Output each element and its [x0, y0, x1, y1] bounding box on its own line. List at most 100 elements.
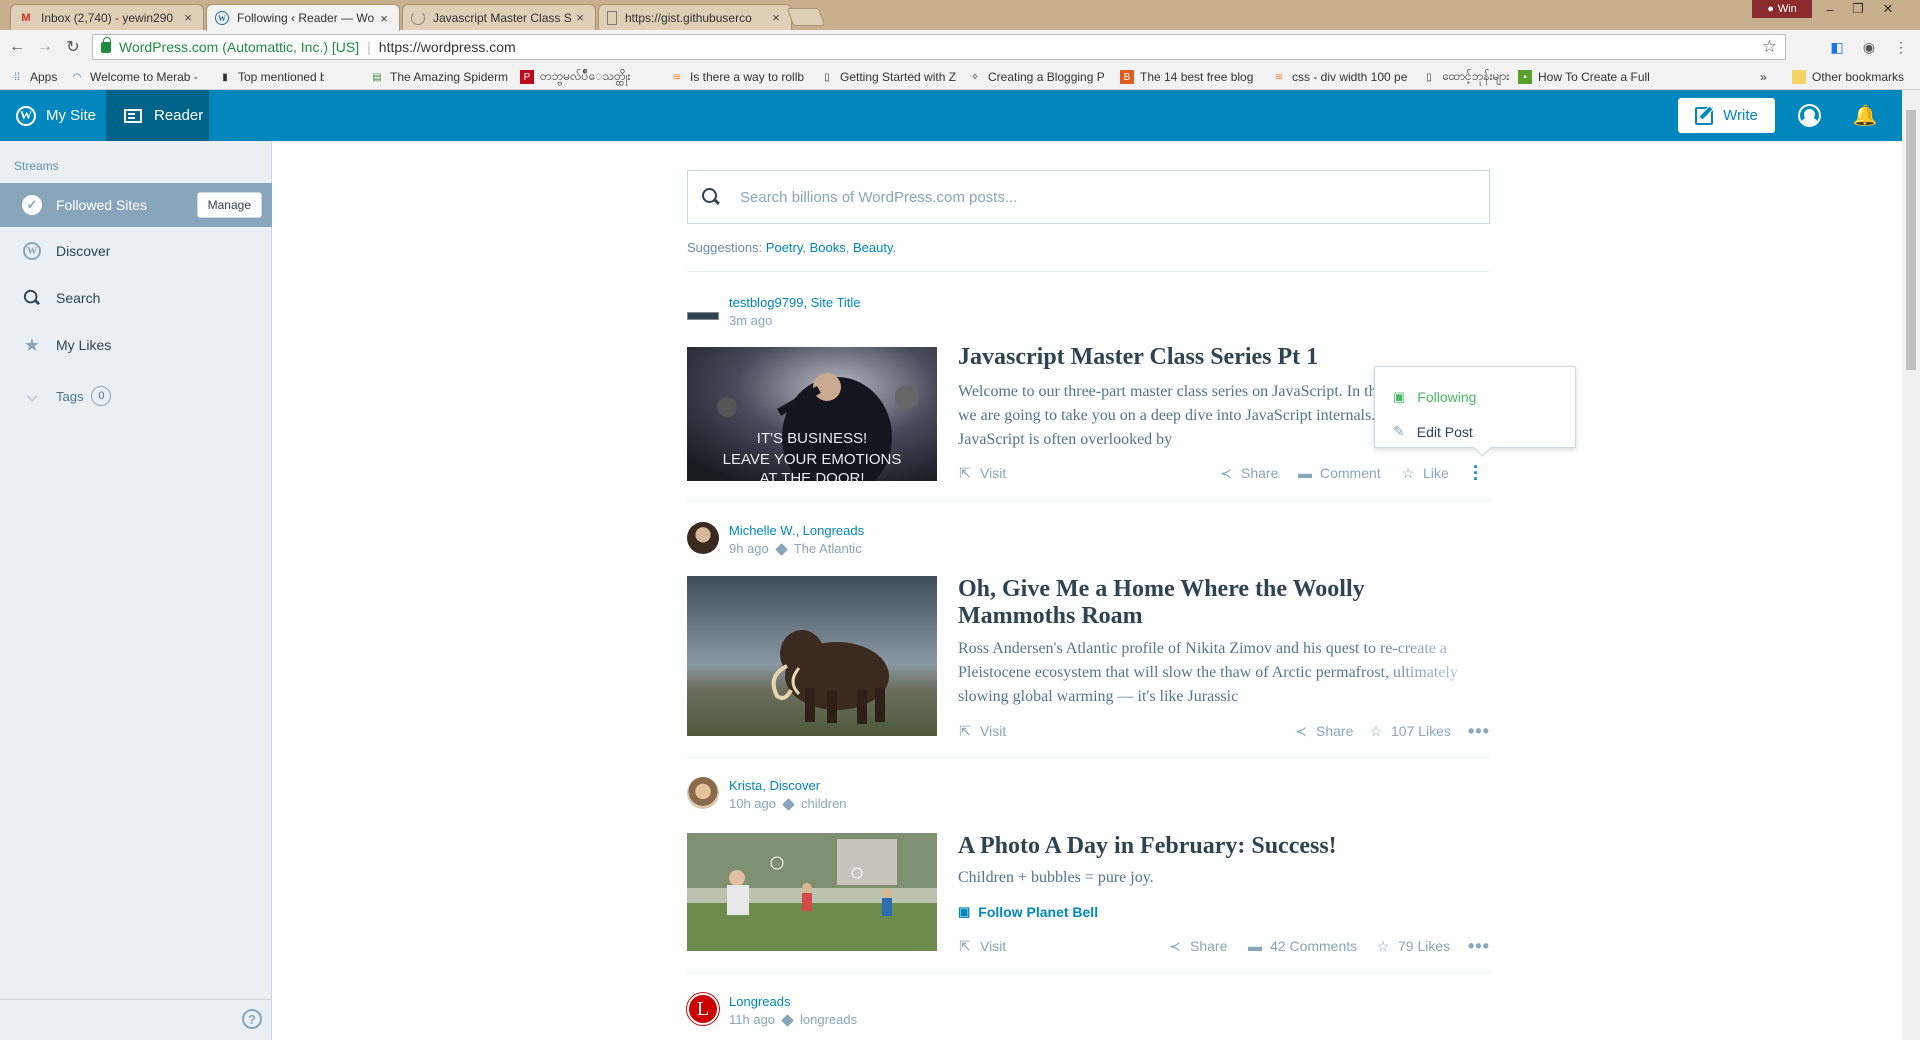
browser-tab-reader[interactable]: W Following ‹ Reader — Wo × — [206, 4, 400, 31]
reader-button[interactable]: Reader — [106, 90, 209, 141]
bookmark-item[interactable]: ≋ Is there a way to rollb — [670, 68, 808, 86]
bookmark-item[interactable]: ▮ Top mentioned book: — [218, 68, 324, 86]
post-thumbnail[interactable] — [687, 576, 937, 736]
like-button[interactable]: ☆ Like — [1401, 462, 1449, 484]
bookmark-item[interactable]: ▪ How To Create a Full — [1518, 68, 1658, 86]
share-button[interactable]: ≺ Share — [1168, 935, 1227, 957]
bookmark-label: Other bookmarks — [1812, 70, 1905, 84]
comments-button[interactable]: ▬ 42 Comments — [1248, 935, 1357, 957]
author-name-link[interactable]: testblog9799, Site Title — [729, 294, 861, 312]
scrollbar-thumb[interactable] — [1906, 110, 1916, 370]
bookmark-label: Is there a way to rollb — [690, 70, 805, 84]
author-name-link[interactable]: Krista, Discover — [729, 777, 847, 795]
page-scrollbar[interactable] — [1902, 90, 1920, 1040]
visit-button[interactable]: ⇱ Visit — [958, 462, 1006, 484]
sidebar-item-search[interactable]: Search — [0, 276, 272, 320]
search-input[interactable] — [740, 188, 1440, 206]
bookmark-item[interactable]: ✧ Creating a Blogging P — [968, 68, 1104, 86]
close-icon[interactable]: × — [377, 11, 391, 26]
bookmark-item[interactable]: ◠ Welcome to Merab - — [70, 68, 202, 86]
browser-tab-gmail[interactable]: M Inbox (2,740) - yewin290 × — [10, 4, 204, 30]
forward-arrow-icon[interactable]: → — [36, 38, 54, 56]
author-name-link[interactable]: Michelle W., Longreads — [729, 522, 864, 540]
suggestion-link[interactable]: Beauty — [853, 240, 893, 255]
site-avatar[interactable] — [687, 312, 719, 320]
write-button[interactable]: Write — [1678, 98, 1775, 133]
minimize-icon[interactable]: – — [1816, 0, 1844, 18]
sidebar-item-followed-sites[interactable]: ✓ Followed Sites Manage — [0, 183, 272, 227]
wordpress-icon: W — [22, 241, 42, 261]
address-bar[interactable]: WordPress.com (Automattic, Inc.) [US] | … — [92, 34, 1786, 60]
post-time[interactable]: 11h ago — [729, 1011, 775, 1029]
suggestion-link[interactable]: Poetry — [766, 240, 803, 255]
more-options-button[interactable]: ••• — [1468, 720, 1490, 742]
extension-icon[interactable]: ◧ — [1828, 38, 1846, 56]
bookmark-item[interactable]: ▯ Getting Started with Z — [820, 68, 956, 86]
bookmark-item[interactable]: ▯ ထောင့်ဘုန်းများ — [1422, 68, 1522, 86]
user-icon: ● — [1767, 3, 1774, 15]
reader-search-box[interactable] — [687, 170, 1490, 224]
suggestion-link[interactable]: Books — [810, 240, 846, 255]
menu-icon[interactable]: ⋮ — [1892, 38, 1910, 56]
close-icon[interactable]: × — [181, 10, 195, 25]
more-options-button[interactable]: · · · — [1473, 458, 1479, 488]
like-button[interactable]: ☆ 107 Likes — [1369, 720, 1451, 742]
restore-icon[interactable]: ❐ — [1844, 0, 1872, 18]
edit-post-menu-item[interactable]: ✎ Edit Post — [1375, 414, 1575, 449]
browser-tab-javascript[interactable]: Javascript Master Class S × — [402, 4, 596, 30]
post-time[interactable]: 10h ago — [729, 795, 776, 813]
external-link-icon: ⇱ — [959, 937, 971, 954]
author-avatar[interactable] — [687, 522, 719, 554]
new-tab-button[interactable] — [786, 8, 826, 26]
post-thumbnail[interactable] — [687, 833, 937, 951]
post-title[interactable]: Oh, Give Me a Home Where the Woolly Mamm… — [958, 576, 1478, 630]
manage-button[interactable]: Manage — [196, 192, 262, 218]
browser-tab-gist[interactable]: https://gist.githubuserco × — [598, 4, 792, 30]
author-avatar[interactable] — [687, 777, 719, 809]
close-icon[interactable]: × — [573, 10, 587, 25]
bookmark-item[interactable]: ≋ css - div width 100 pe — [1272, 68, 1410, 86]
window-close-icon[interactable]: ✕ — [1874, 0, 1902, 18]
bookmark-star-icon[interactable]: ☆ — [1762, 37, 1777, 57]
tab-title: https://gist.githubuserco — [625, 10, 752, 25]
bookmark-label: css - div width 100 pe — [1292, 70, 1408, 84]
share-button[interactable]: ≺ Share — [1219, 462, 1278, 484]
bookmark-item[interactable]: ▤ The Amazing Spiderm — [370, 68, 508, 86]
reload-icon[interactable]: ↻ — [64, 38, 82, 56]
back-arrow-icon[interactable]: ← — [8, 38, 26, 56]
extension-icon[interactable]: ◉ — [1860, 38, 1878, 56]
other-bookmarks[interactable]: Other bookmarks — [1792, 68, 1916, 86]
visit-button[interactable]: ⇱ Visit — [958, 720, 1006, 742]
author-name-link[interactable]: Longreads — [729, 993, 857, 1011]
bookmark-item[interactable]: B The 14 best free blog — [1120, 68, 1260, 86]
post-tag-link[interactable]: longreads — [800, 1011, 857, 1029]
more-bookmarks-chevron[interactable]: » — [1760, 68, 1772, 86]
sidebar-item-tags[interactable]: ⌵ Tags 0 — [0, 374, 272, 418]
post-thumbnail[interactable]: IT'S BUSINESS! LEAVE YOUR EMOTIONS AT TH… — [687, 347, 937, 481]
profile-badge[interactable]: ● Win — [1752, 0, 1812, 18]
bookmark-item[interactable]: P တဘ္ဗမလ်ပ်ဳေသတ္ထိုး — [520, 68, 656, 86]
sidebar-item-discover[interactable]: W Discover — [0, 229, 272, 273]
close-icon[interactable]: × — [769, 10, 783, 25]
post-time[interactable]: 9h ago — [729, 540, 769, 558]
bookmark-apps[interactable]: ⁞⁞ Apps — [10, 68, 60, 86]
sidebar-item-my-likes[interactable]: ★ My Likes — [0, 323, 272, 367]
site-avatar[interactable]: L — [687, 993, 719, 1025]
visit-button[interactable]: ⇱ Visit — [958, 935, 1006, 957]
follow-site-button[interactable]: ▣ Follow Planet Bell — [958, 904, 1098, 920]
more-options-button[interactable]: ••• — [1468, 935, 1490, 957]
my-site-button[interactable]: W My Site — [0, 90, 106, 141]
help-icon[interactable]: ? — [242, 1009, 262, 1029]
post-tag-link[interactable]: children — [801, 795, 847, 813]
comment-button[interactable]: ▬ Comment — [1298, 462, 1381, 484]
sidebar-item-label: Search — [56, 290, 101, 306]
following-menu-item[interactable]: ▣ Following — [1375, 379, 1575, 414]
share-button[interactable]: ≺ Share — [1294, 720, 1353, 742]
like-button[interactable]: ☆ 79 Likes — [1376, 935, 1450, 957]
post-author: testblog9799, Site Title 3m ago — [687, 294, 861, 330]
notifications-bell-icon[interactable]: 🔔 — [1853, 104, 1878, 127]
post-title[interactable]: A Photo A Day in February: Success! — [958, 833, 1478, 860]
post-tag-link[interactable]: The Atlantic — [794, 540, 862, 558]
user-avatar-icon[interactable] — [1798, 104, 1821, 127]
post-time[interactable]: 3m ago — [729, 312, 772, 330]
